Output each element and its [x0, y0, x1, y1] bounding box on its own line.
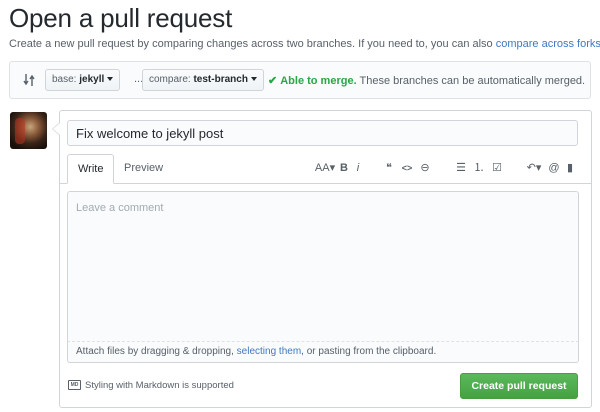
- tab-preview[interactable]: Preview: [114, 154, 173, 183]
- compare-branch-name: test-branch: [193, 74, 248, 85]
- merge-status: ✔ Able to merge. These branches can be au…: [268, 74, 585, 87]
- pull-request-form: Write Preview AA▾ B i ❝ <> ⊖ ☰ ⒈ ☑ ↶▾ @ …: [52, 110, 592, 408]
- select-files-link[interactable]: selecting them: [237, 346, 301, 357]
- merge-status-detail: These branches can be automatically merg…: [359, 75, 586, 87]
- comment-textarea[interactable]: [67, 191, 579, 341]
- page-title: Open a pull request: [9, 3, 233, 33]
- merge-status-label: Able to merge.: [280, 75, 357, 87]
- mention-icon[interactable]: @: [547, 160, 561, 176]
- markdown-note: MD Styling with Markdown is supported: [68, 380, 234, 391]
- file-attach-bar[interactable]: Attach files by dragging & dropping, sel…: [67, 341, 579, 363]
- base-label: base:: [52, 74, 77, 85]
- markdown-note-text[interactable]: Styling with Markdown is supported: [85, 380, 234, 391]
- compare-arrows-icon: [23, 74, 35, 86]
- tab-write[interactable]: Write: [67, 154, 115, 184]
- ordered-list-icon[interactable]: ⒈: [472, 160, 486, 176]
- markdown-icon: MD: [68, 380, 81, 391]
- base-branch-select[interactable]: base: jekyll: [45, 69, 121, 91]
- italic-icon[interactable]: i: [353, 160, 363, 176]
- task-list-icon[interactable]: ☑: [490, 160, 504, 176]
- link-icon[interactable]: ⊖: [418, 160, 432, 176]
- attach-prefix: Attach files by dragging & dropping,: [76, 346, 234, 357]
- unordered-list-icon[interactable]: ☰: [454, 160, 468, 176]
- text-size-icon[interactable]: AA▾: [314, 160, 336, 176]
- check-icon: ✔: [268, 75, 278, 87]
- base-branch-name: jekyll: [79, 74, 105, 85]
- page-subtitle: Create a new pull request by comparing c…: [9, 38, 600, 50]
- chevron-down-icon: [107, 77, 114, 82]
- editor-tabs: Write Preview AA▾ B i ❝ <> ⊖ ☰ ⒈ ☑ ↶▾ @ …: [60, 154, 591, 184]
- code-icon[interactable]: <>: [400, 160, 414, 176]
- avatar[interactable]: [10, 112, 47, 149]
- quote-icon[interactable]: ❝: [382, 160, 396, 176]
- bookmark-icon[interactable]: ▮: [564, 160, 576, 176]
- attach-suffix: , or pasting from the clipboard.: [301, 346, 437, 357]
- compare-bar: base: jekyll ... compare: test-branch ✔ A…: [9, 61, 591, 99]
- compare-branch-select[interactable]: compare: test-branch: [142, 69, 264, 91]
- create-pull-request-button[interactable]: Create pull request: [460, 373, 578, 399]
- compare-label: compare:: [149, 74, 191, 85]
- compare-across-forks-link[interactable]: compare across forks.: [496, 38, 600, 50]
- pr-title-input[interactable]: [67, 120, 578, 146]
- bold-icon[interactable]: B: [338, 160, 350, 176]
- reply-icon[interactable]: ↶▾: [524, 160, 544, 176]
- subtitle-text: Create a new pull request by comparing c…: [9, 38, 493, 50]
- chevron-down-icon: [250, 77, 257, 82]
